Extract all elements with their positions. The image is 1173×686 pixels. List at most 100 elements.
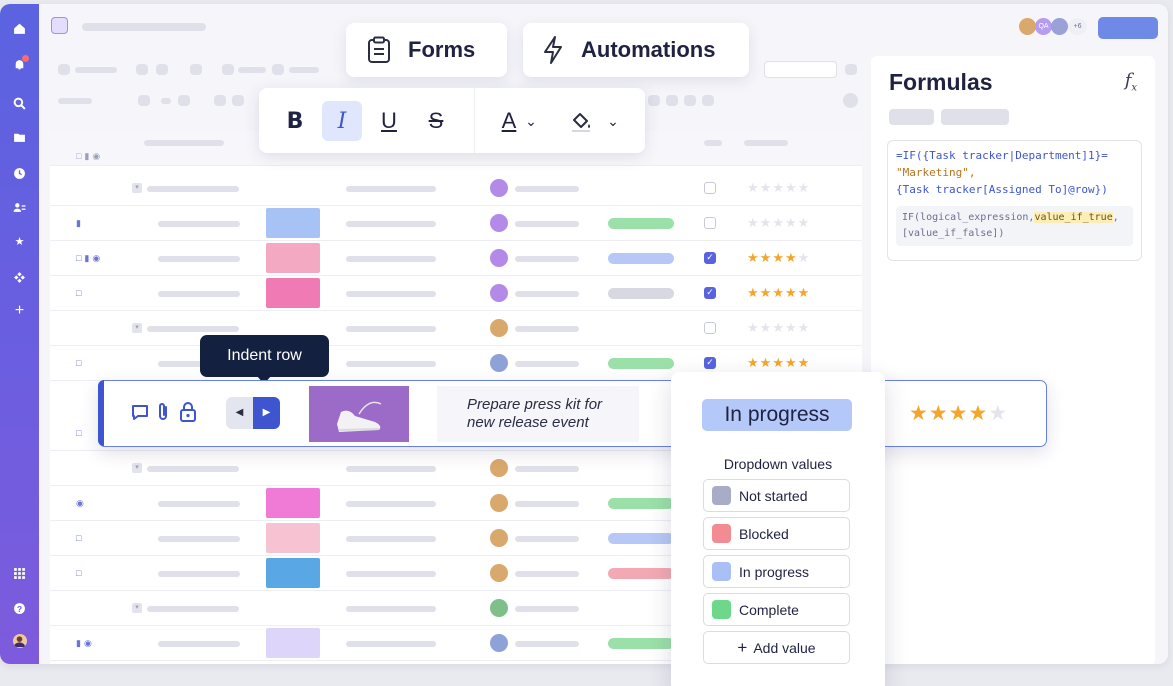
formula-line: "Marketing", bbox=[896, 166, 976, 179]
row-rating[interactable]: ★★★★★ bbox=[747, 180, 810, 196]
formula-editor[interactable]: =IF({Task tracker|Department]1}= "Market… bbox=[887, 140, 1142, 261]
assignee-avatar[interactable] bbox=[490, 459, 508, 477]
table-row[interactable]: □▮◉ ✓ ★★★★★ bbox=[50, 241, 862, 276]
row-rating[interactable]: ★★★★★ bbox=[747, 320, 810, 336]
row-icons[interactable]: □ bbox=[76, 358, 84, 368]
row-rating[interactable]: ★★★★★ bbox=[747, 250, 810, 266]
people-icon[interactable] bbox=[13, 201, 26, 214]
status-pill[interactable] bbox=[608, 638, 674, 649]
row-checkbox[interactable] bbox=[704, 322, 716, 334]
row-icons[interactable]: ▮◉ bbox=[76, 638, 95, 649]
row-icons[interactable]: □▮◉ bbox=[76, 253, 103, 264]
search-icon[interactable] bbox=[13, 97, 26, 110]
assignee-avatar[interactable] bbox=[490, 599, 508, 617]
row-rating[interactable]: ★★★★★ bbox=[747, 285, 810, 301]
home-icon[interactable] bbox=[13, 22, 26, 35]
assignee-avatar[interactable] bbox=[490, 214, 508, 232]
attachment-icon[interactable] bbox=[156, 402, 170, 427]
collaborator-avatar bbox=[1019, 18, 1036, 35]
expand-caret[interactable]: ▾ bbox=[132, 183, 142, 193]
sheet-title-placeholder bbox=[82, 23, 206, 31]
option-blocked[interactable]: Blocked bbox=[703, 517, 850, 550]
table-row[interactable]: ▾ ★★★★★ bbox=[50, 171, 862, 206]
user-avatar[interactable] bbox=[13, 634, 27, 648]
help-icon[interactable]: ? bbox=[13, 602, 26, 615]
expand-caret[interactable]: ▾ bbox=[132, 323, 142, 333]
comment-icon[interactable] bbox=[131, 403, 149, 426]
forms-button[interactable]: Forms bbox=[346, 23, 507, 77]
row-icons[interactable]: □ bbox=[76, 568, 84, 578]
expand-caret[interactable]: ▾ bbox=[132, 603, 142, 613]
assignee-avatar[interactable] bbox=[490, 529, 508, 547]
apps-icon[interactable] bbox=[13, 271, 26, 284]
fill-color-button[interactable] bbox=[561, 101, 601, 141]
option-in-progress[interactable]: In progress bbox=[703, 555, 850, 588]
outdent-button[interactable]: ◀ bbox=[226, 397, 253, 429]
table-row[interactable]: □ ✓ ★★★★★ bbox=[50, 276, 862, 311]
row-checkbox[interactable] bbox=[704, 182, 716, 194]
table-row[interactable]: ▮ ★★★★★ bbox=[50, 206, 862, 241]
star-icon[interactable]: ★ bbox=[13, 236, 26, 249]
assignee-avatar[interactable] bbox=[490, 634, 508, 652]
status-pill[interactable] bbox=[608, 358, 674, 369]
strikethrough-button[interactable]: S bbox=[416, 101, 456, 141]
view-select[interactable] bbox=[764, 61, 837, 78]
folder-icon[interactable] bbox=[13, 131, 26, 144]
status-pill[interactable] bbox=[608, 533, 674, 544]
formula-chip[interactable] bbox=[941, 109, 1009, 125]
bold-button[interactable]: B bbox=[275, 101, 315, 141]
chevron-down-icon[interactable]: ⌄ bbox=[521, 101, 541, 141]
highlighted-row-rating[interactable]: ★★★★★ bbox=[909, 401, 1008, 426]
status-pill[interactable] bbox=[608, 218, 674, 229]
status-pill[interactable] bbox=[608, 498, 674, 509]
row-icons[interactable]: □ bbox=[76, 533, 84, 543]
formula-chip[interactable] bbox=[889, 109, 934, 125]
row-icons[interactable]: □ bbox=[76, 288, 84, 298]
expand-caret[interactable]: ▾ bbox=[132, 463, 142, 473]
assignee-avatar[interactable] bbox=[490, 564, 508, 582]
clock-icon[interactable] bbox=[13, 167, 26, 180]
chevron-down-icon[interactable]: ⌄ bbox=[603, 101, 623, 141]
assignee-avatar[interactable] bbox=[490, 284, 508, 302]
fx-icon[interactable]: fx bbox=[1125, 70, 1137, 94]
indent-button[interactable]: ▶ bbox=[253, 397, 280, 429]
row-checkbox[interactable]: ✓ bbox=[704, 357, 716, 369]
option-label: Blocked bbox=[739, 525, 789, 542]
assignee-avatar[interactable] bbox=[490, 179, 508, 197]
current-status[interactable]: In progress bbox=[702, 399, 852, 431]
dropdown-title: Dropdown values bbox=[723, 456, 833, 472]
cell-placeholder bbox=[147, 326, 239, 332]
automations-button[interactable]: Automations bbox=[523, 23, 749, 77]
row-rating[interactable]: ★★★★★ bbox=[747, 355, 810, 371]
row-icons[interactable]: □ bbox=[76, 428, 84, 438]
grid-launcher-icon[interactable] bbox=[13, 567, 26, 580]
row-icons[interactable]: ◉ bbox=[76, 498, 87, 509]
status-pill[interactable] bbox=[608, 253, 674, 264]
assignee-avatar[interactable] bbox=[490, 494, 508, 512]
lock-icon[interactable] bbox=[179, 402, 197, 427]
assignee-avatar[interactable] bbox=[490, 319, 508, 337]
share-button[interactable] bbox=[1098, 17, 1158, 39]
assignee-avatar[interactable] bbox=[490, 354, 508, 372]
assignee-avatar[interactable] bbox=[490, 249, 508, 267]
status-pill[interactable] bbox=[608, 568, 674, 579]
toolbar-divider bbox=[474, 88, 475, 153]
hint-text: , bbox=[1112, 212, 1119, 223]
row-checkbox[interactable]: ✓ bbox=[704, 287, 716, 299]
task-name-cell[interactable]: Prepare press kit for new release event bbox=[437, 386, 639, 442]
option-complete[interactable]: Complete bbox=[703, 593, 850, 626]
plus-icon[interactable]: + bbox=[13, 303, 26, 319]
bell-icon[interactable] bbox=[13, 55, 29, 71]
option-not-started[interactable]: Not started bbox=[703, 479, 850, 512]
status-pill[interactable] bbox=[608, 288, 674, 299]
row-checkbox[interactable] bbox=[704, 217, 716, 229]
add-value-button[interactable]: + Add value bbox=[703, 631, 850, 664]
row-rating[interactable]: ★★★★★ bbox=[747, 215, 810, 231]
row-checkbox[interactable]: ✓ bbox=[704, 252, 716, 264]
italic-button[interactable]: I bbox=[322, 101, 362, 141]
table-row[interactable]: ▾ ★★★★★ bbox=[50, 311, 862, 346]
toolbar-placeholder bbox=[238, 67, 266, 73]
underline-button[interactable]: U bbox=[369, 101, 409, 141]
row-icons[interactable]: ▮ bbox=[76, 218, 84, 229]
collapse-toggle[interactable] bbox=[843, 93, 858, 108]
